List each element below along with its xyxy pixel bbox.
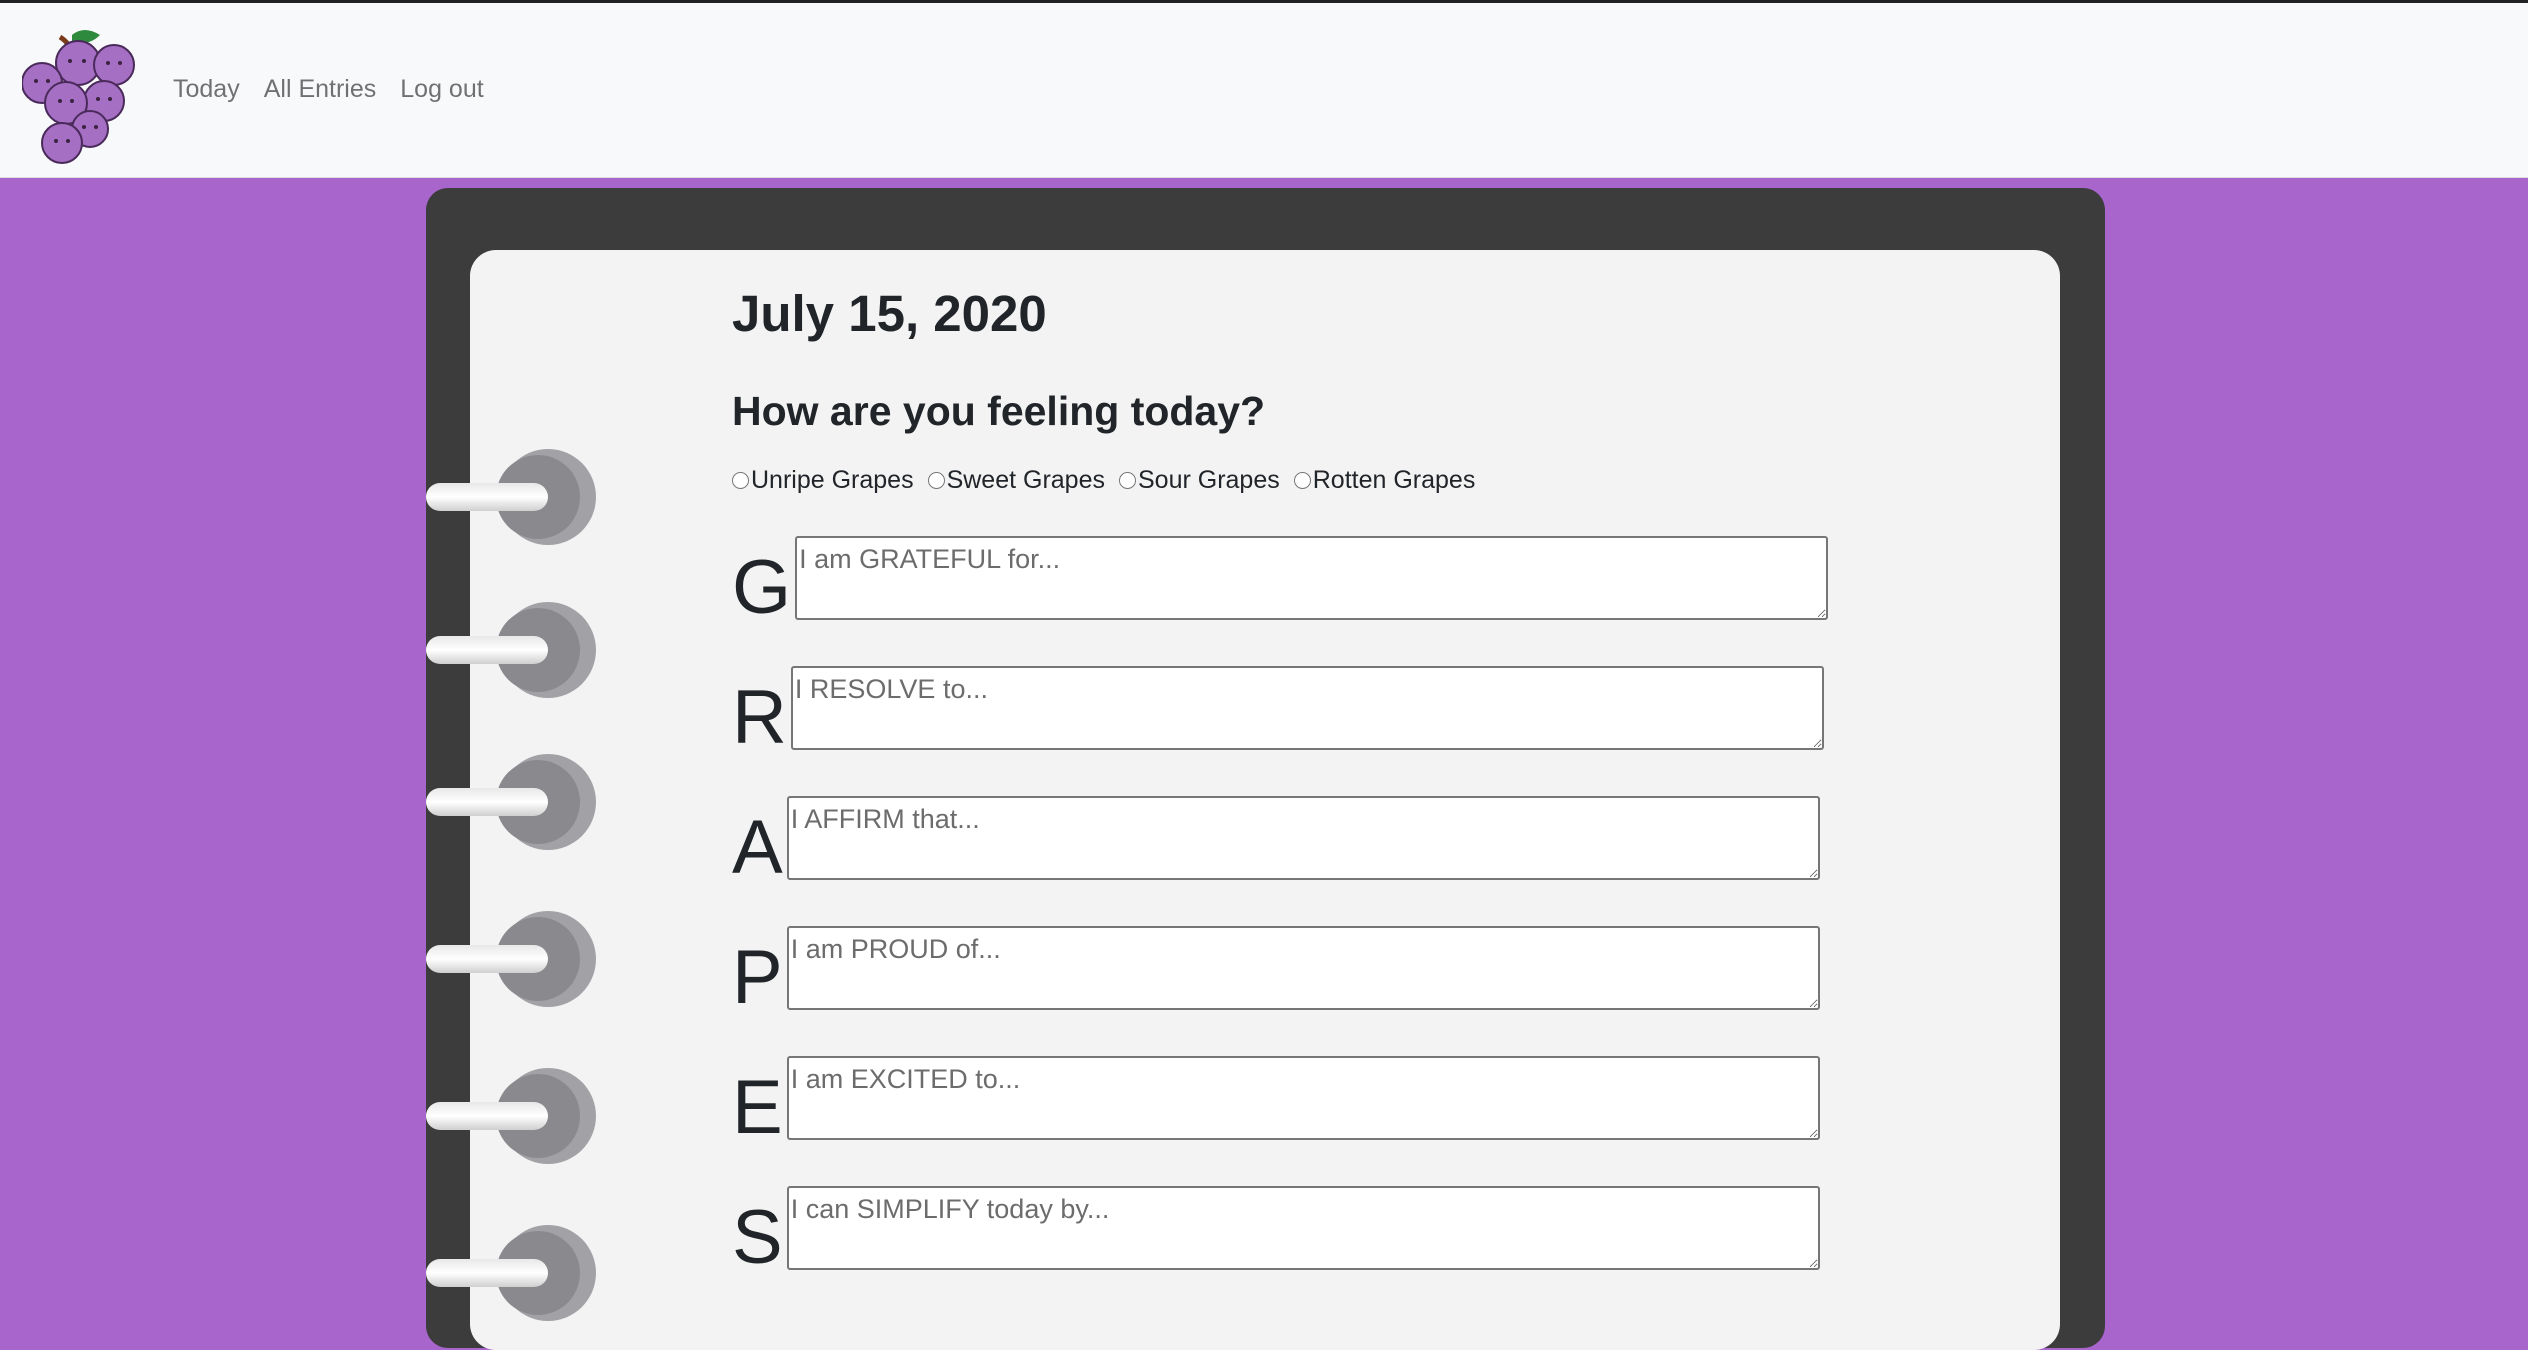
- prompt-row-grateful: G: [732, 536, 1829, 626]
- binder-ring-icon: [426, 602, 596, 698]
- mood-radio-sweet[interactable]: [927, 472, 945, 489]
- prompt-row-affirm: A: [732, 796, 1820, 886]
- simplify-textarea[interactable]: [786, 1186, 1820, 1270]
- prompt-letter: A: [732, 805, 783, 890]
- nav-link-today[interactable]: Today: [173, 75, 240, 104]
- mood-radio-rotten[interactable]: [1293, 472, 1311, 489]
- prompt-letter: E: [732, 1065, 783, 1150]
- entry-date: July 15, 2020: [732, 285, 1047, 342]
- prompt-letter: P: [732, 935, 783, 1020]
- mood-label: Unripe Grapes: [751, 466, 914, 494]
- prompt-row-simplify: S: [732, 1186, 1820, 1276]
- excited-textarea[interactable]: [786, 1056, 1820, 1140]
- binder-ring-icon: [426, 754, 596, 850]
- mood-option-unripe[interactable]: Unripe Grapes: [732, 466, 914, 495]
- nav-link-log-out[interactable]: Log out: [400, 75, 483, 104]
- mood-radio-unripe[interactable]: [732, 472, 749, 489]
- prompt-letter: S: [732, 1195, 783, 1280]
- nav-links: Today All Entries Log out: [173, 75, 484, 104]
- grateful-textarea[interactable]: [795, 536, 1829, 620]
- nav-link-all-entries[interactable]: All Entries: [264, 75, 377, 104]
- prompt-letter: G: [732, 545, 792, 630]
- binder-ring-icon: [426, 449, 596, 545]
- mood-option-sour[interactable]: Sour Grapes: [1119, 466, 1280, 495]
- prompt-row-resolve: R: [732, 666, 1824, 756]
- mood-option-rotten[interactable]: Rotten Grapes: [1293, 466, 1476, 495]
- mood-option-sweet[interactable]: Sweet Grapes: [927, 466, 1105, 495]
- prompt-row-excited: E: [732, 1056, 1820, 1146]
- prompt-letter: R: [732, 675, 787, 760]
- affirm-textarea[interactable]: [786, 796, 1820, 880]
- mood-label: Sour Grapes: [1138, 466, 1280, 494]
- mood-radio-group: Unripe Grapes Sweet Grapes Sour Grapes R…: [732, 466, 1489, 495]
- proud-textarea[interactable]: [786, 926, 1820, 1010]
- navbar: Today All Entries Log out: [0, 3, 2528, 178]
- binder-ring-icon: [426, 1068, 596, 1164]
- feeling-question: How are you feeling today?: [732, 388, 1266, 434]
- mood-radio-sour[interactable]: [1119, 472, 1136, 489]
- binder-ring-icon: [426, 911, 596, 1007]
- binder-ring-icon: [426, 1225, 596, 1321]
- grape-logo-icon[interactable]: [22, 21, 140, 165]
- resolve-textarea[interactable]: [790, 666, 1824, 750]
- prompt-row-proud: P: [732, 926, 1820, 1016]
- mood-label: Sweet Grapes: [946, 466, 1105, 494]
- mood-label: Rotten Grapes: [1312, 466, 1476, 494]
